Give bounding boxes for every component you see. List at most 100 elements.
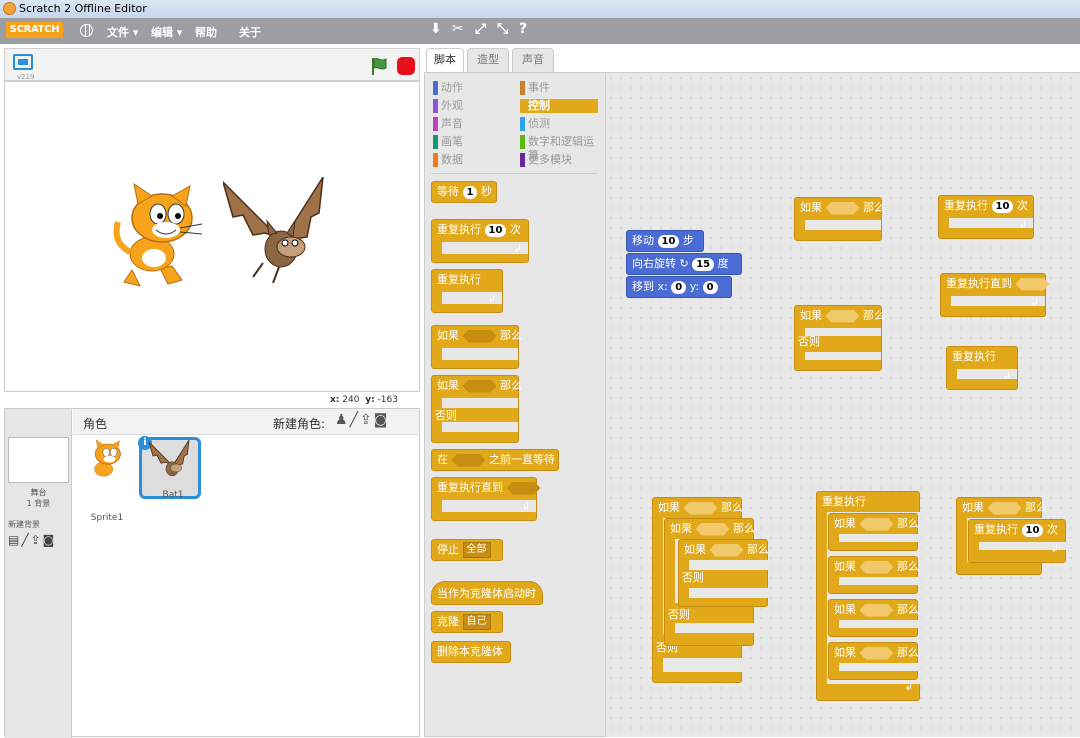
paint-backdrop-icon[interactable]: ╱ [21,533,30,547]
block-repeat[interactable]: 重复执行 10 次 ↲ [431,219,529,263]
category-data[interactable]: 数据 [433,153,513,167]
category-color-bar [520,99,525,113]
block-if[interactable]: 如果 那么 [431,325,522,369]
block-goto-xy[interactable]: 移到 x: 0 y: 0 [626,276,732,298]
sprite-header: 角色 新建角色: ♟╱⇪◙ [73,409,419,435]
coord-y-label: y: [365,395,375,405]
block-repeat-until[interactable]: 重复执行直到 ↲ [431,477,541,521]
block-wait[interactable]: 等待 1 秒 [431,181,497,203]
block-forever[interactable]: 重复执行 ↲ [431,269,503,313]
version-label: v219 [17,73,35,81]
block-wait-until[interactable]: 在 之前一直等待 [431,449,559,471]
block-turn-right[interactable]: 向右旋转 ↻ 15 度 [626,253,742,275]
file-menu[interactable]: 文件 ▾ [107,24,138,40]
script-forever[interactable]: 重复执行 ↲ [946,346,1018,390]
category-color-bar [433,99,438,113]
about-menu[interactable]: 关于 [239,24,261,40]
category-label: 数据 [441,153,463,166]
category-color-bar [433,117,438,131]
edit-menu[interactable]: 编辑 ▾ [151,24,182,40]
category-color-bar [520,153,525,167]
sprite-thumb-sprite1[interactable]: Sprite1 [76,437,138,523]
script-if-else[interactable]: 如果 那么 否则 [794,305,885,371]
category-label: 声音 [441,117,463,130]
paint-sprite-icon[interactable]: ╱ [350,412,360,428]
delete-scissors-icon[interactable]: ✂ [452,21,464,37]
help-block-icon[interactable]: ? [519,21,527,37]
block-delete-clone[interactable]: 删除本克隆体 [431,641,511,663]
green-flag-icon[interactable] [369,56,389,76]
duplicate-stamp-icon[interactable]: ⬇ [430,21,442,37]
category-label: 侦测 [528,117,550,130]
title-bar: Scratch 2 Offline Editor [0,0,1080,18]
coord-x-label: x: [330,395,340,405]
category-pen[interactable]: 画笔 [433,135,513,149]
new-backdrop-label: 新建背景 [8,520,40,529]
fullscreen-icon[interactable] [13,54,33,70]
block-create-clone[interactable]: 克隆 自己 [431,611,503,633]
block-palette: 动作 外观 声音 画笔 数据 事件 控制 侦测 数字和逻辑运算 更多模块 等待 … [424,72,606,737]
new-sprite-tools: ♟╱⇪◙ [335,412,389,428]
script-nested-if-inner[interactable]: 如果 那么 否则 [678,539,769,607]
category-label: 外观 [441,99,463,112]
stage-thumbnail[interactable] [8,437,69,483]
cat-sprite[interactable] [110,182,210,292]
tab-sounds[interactable]: 声音 [512,48,554,72]
coord-y-value: -163 [377,395,398,405]
block-move-steps[interactable]: 移动 10 步 [626,230,704,252]
script-if[interactable]: 如果 那么 [794,197,885,241]
scripts-area[interactable]: 移动 10 步 向右旋转 ↻ 15 度 移到 x: 0 y: 0 如果 那么 如… [606,72,1080,737]
category-color-bar [433,153,438,167]
script-if-1[interactable]: 如果 那么 [828,513,919,551]
stage-canvas[interactable] [4,81,420,392]
backdrop-count: 1 背景 [26,499,51,508]
stage-label: 舞台 1 背景 [5,487,72,509]
script-if-2[interactable]: 如果 那么 [828,556,919,594]
category-label: 事件 [528,81,550,94]
category-label: 控制 [528,99,550,112]
category-motion[interactable]: 动作 [433,81,513,95]
script-repeat[interactable]: 重复执行 10 次 ↲ [938,195,1034,239]
language-globe-icon[interactable] [80,24,93,37]
bat-sprite[interactable] [223,177,333,287]
window-title: Scratch 2 Offline Editor [19,2,147,15]
scratch-logo[interactable]: SCRATCH [6,22,63,38]
tab-scripts[interactable]: 脚本 [426,48,464,72]
category-sound[interactable]: 声音 [433,117,513,131]
category-color-bar [433,135,438,149]
block-if-else[interactable]: 如果 那么 否则 [431,375,522,443]
script-if-4[interactable]: 如果 那么 [828,642,919,680]
stop-icon[interactable] [397,57,415,75]
sprite-library-icon[interactable]: ♟ [335,412,350,428]
category-events[interactable]: 事件 [520,81,600,95]
upload-backdrop-icon[interactable]: ⇪ [31,533,43,547]
script-if-3[interactable]: 如果 那么 [828,599,919,637]
category-more-blocks[interactable]: 更多模块 [520,153,600,167]
backdrop-library-icon[interactable]: ▤ [8,533,21,547]
category-color-bar [520,81,525,95]
grow-icon[interactable]: ⤢ [475,21,486,37]
camera-backdrop-icon[interactable]: ◙ [43,533,57,547]
category-color-bar [433,81,438,95]
script-inner-repeat[interactable]: 重复执行 10 次 ↲ [968,519,1067,563]
coord-x-value: 240 [342,395,360,405]
sprite-name: Sprite1 [90,513,124,523]
category-operators[interactable]: 数字和逻辑运算 [520,135,604,162]
category-color-bar [520,117,525,131]
script-repeat-until[interactable]: 重复执行直到 ↲ [940,273,1050,317]
camera-sprite-icon[interactable]: ◙ [374,412,390,428]
category-looks[interactable]: 外观 [433,99,513,113]
menu-bar: SCRATCH 文件 ▾ 编辑 ▾ 帮助 关于 ⬇ ✂ ⤢ ⤡ ? [0,18,1080,44]
category-label: 画笔 [441,135,463,148]
block-stop[interactable]: 停止 全部 [431,539,503,561]
tab-costumes[interactable]: 造型 [467,48,509,72]
shrink-icon[interactable]: ⤡ [497,21,508,37]
upload-sprite-icon[interactable]: ⇪ [360,412,374,428]
category-sensing[interactable]: 侦测 [520,117,600,131]
category-control[interactable]: 控制 [520,99,598,113]
help-menu[interactable]: 帮助 [195,24,217,40]
bat1-image [149,440,190,477]
block-when-clone-start[interactable]: 当作为克隆体启动时 [431,581,543,605]
sprite-thumb-bat1[interactable]: i Bat1 [138,436,201,500]
stage-column: 舞台 1 背景 新建背景 ▤╱⇪◙ [5,409,72,738]
